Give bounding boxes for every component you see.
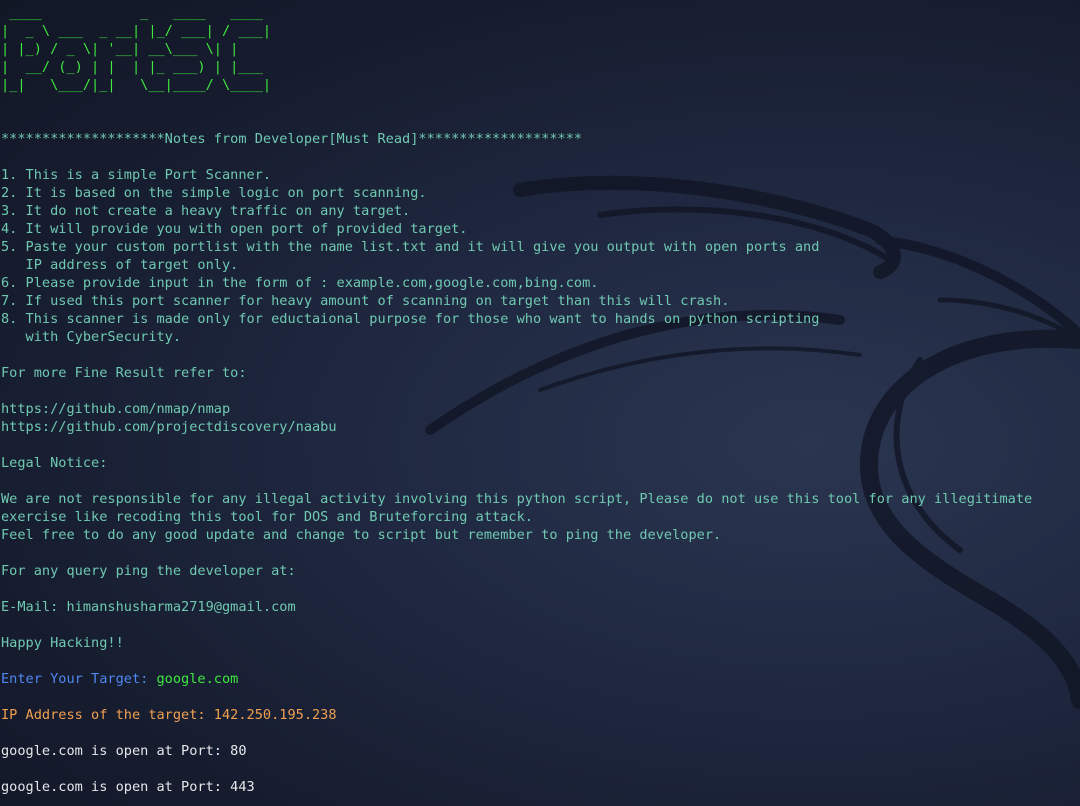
banner-line: | _ \ ___ _ __| |_/ ___| / ___| (1, 23, 272, 39)
port-result-line: google.com is open at Port: 443 (1, 779, 255, 795)
target-prompt-label: Enter Your Target: (1, 671, 157, 687)
link-naabu: https://github.com/projectdiscovery/naab… (1, 419, 337, 435)
ascii-banner: ____ _ ____ ____ | _ \ ___ _ __| |_/ ___… (1, 4, 1079, 94)
note-line: 2. It is based on the simple logic on po… (1, 185, 427, 201)
note-line: 7. If used this port scanner for heavy a… (1, 293, 730, 309)
note-line: 4. It will provide you with open port of… (1, 221, 468, 237)
notes-list: 1. This is a simple Port Scanner. 2. It … (1, 166, 1079, 346)
note-line: 5. Paste your custom portlist with the n… (1, 239, 820, 255)
happy-hacking-text: Happy Hacking!! (1, 635, 124, 651)
terminal-output: ____ _ ____ ____ | _ \ ___ _ __| |_/ ___… (1, 4, 1079, 796)
banner-line: ____ _ ____ ____ (1, 5, 272, 21)
port-result-line: google.com is open at Port: 80 (1, 743, 247, 759)
banner-line: | |_) / _ \| '__| __\___ \| | (1, 41, 272, 57)
note-line: IP address of target only. (1, 257, 239, 273)
note-line: with CyberSecurity. (1, 329, 182, 345)
legal-title: Legal Notice: (1, 455, 108, 471)
legal-line: We are not responsible for any illegal a… (1, 491, 1033, 507)
ip-address-line: IP Address of the target: 142.250.195.23… (1, 707, 337, 723)
more-result-text: For more Fine Result refer to: (1, 365, 247, 381)
link-nmap: https://github.com/nmap/nmap (1, 401, 231, 417)
banner-line: |_| \___/|_| \__|____/ \____| (1, 77, 272, 93)
note-line: 3. It do not create a heavy traffic on a… (1, 203, 411, 219)
legal-line: Feel free to do any good update and chan… (1, 527, 722, 543)
note-line: 8. This scanner is made only for eductai… (1, 311, 820, 327)
email-line: E-Mail: himanshusharma2719@gmail.com (1, 599, 296, 615)
note-line: 1. This is a simple Port Scanner. (1, 167, 272, 183)
banner-line: | __/ (_) | | | |_ ___) | |___ (1, 59, 272, 75)
target-input-value[interactable]: google.com (157, 671, 239, 687)
legal-line: exercise like recoding this tool for DOS… (1, 509, 533, 525)
target-prompt[interactable]: Enter Your Target: google.com (1, 670, 1079, 688)
notes-header: ********************Notes from Developer… (1, 131, 583, 147)
note-line: 6. Please provide input in the form of :… (1, 275, 599, 291)
query-text: For any query ping the developer at: (1, 563, 296, 579)
